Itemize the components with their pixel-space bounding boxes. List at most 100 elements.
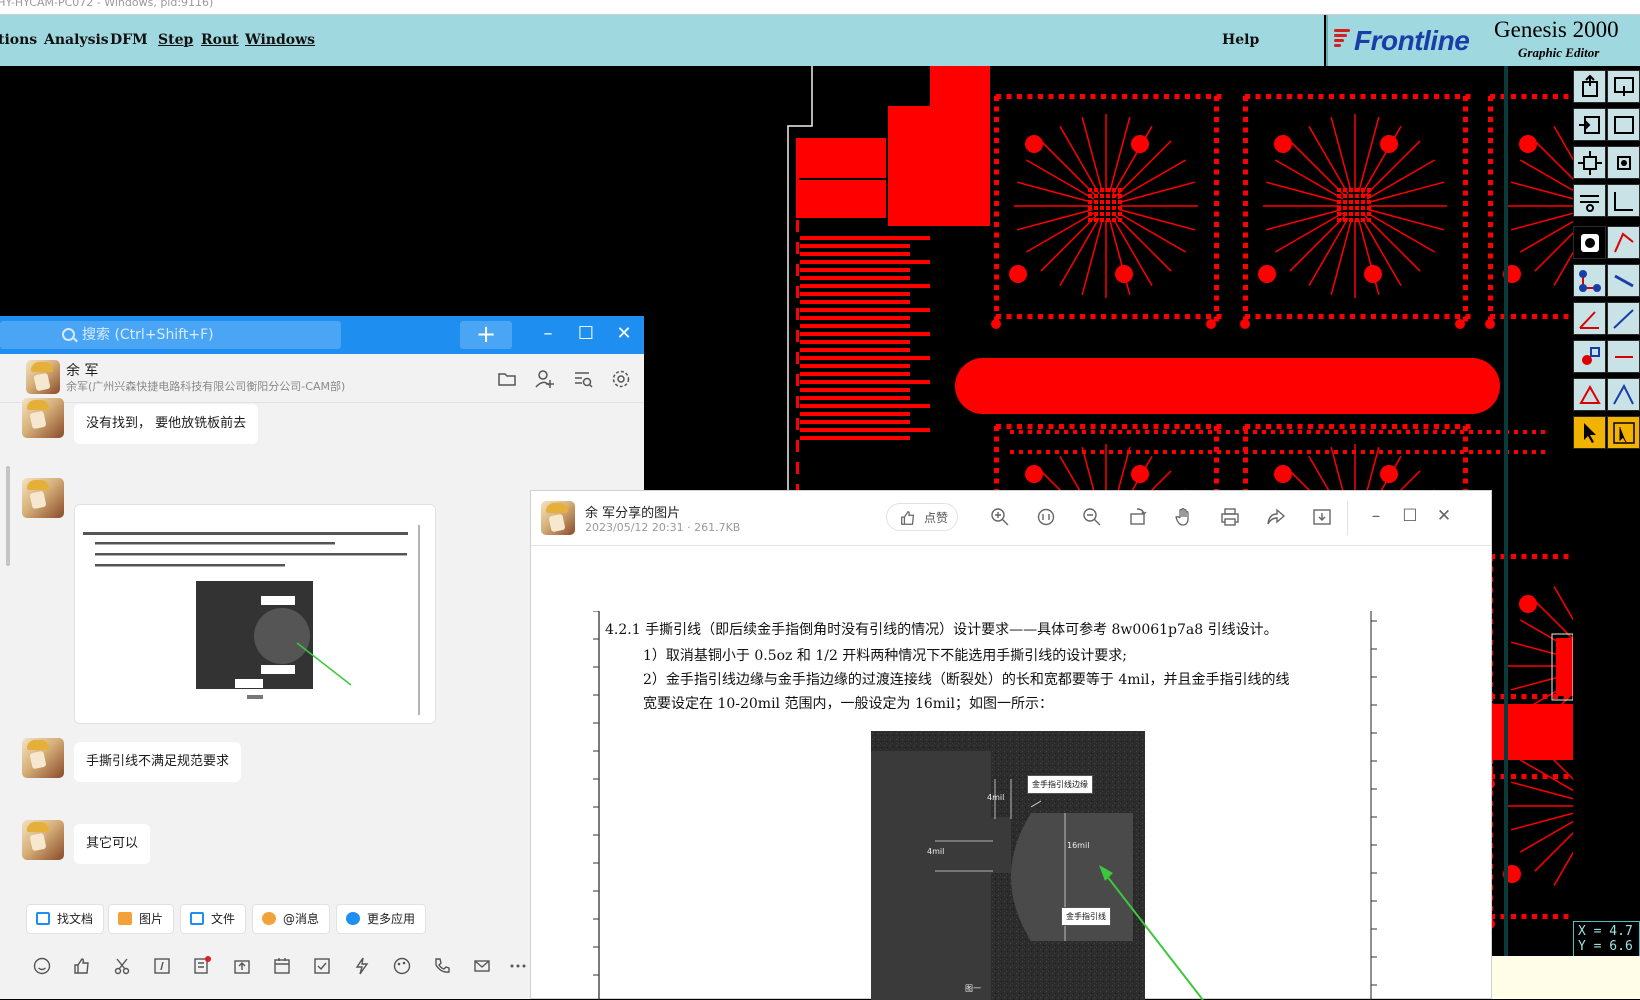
mail-icon[interactable] bbox=[472, 956, 492, 976]
folder-icon[interactable] bbox=[496, 368, 518, 390]
emoji-icon[interactable] bbox=[32, 956, 52, 976]
toolbar-zoom-fit-icon[interactable] bbox=[1607, 146, 1640, 179]
figure-dim-4mil-top: 4mil bbox=[987, 793, 1005, 802]
menu-dfm[interactable]: DFM bbox=[110, 32, 148, 48]
scissors-icon[interactable] bbox=[112, 956, 132, 976]
rotate-icon[interactable] bbox=[1127, 506, 1149, 528]
sharer-avatar bbox=[541, 501, 575, 535]
contact-org: 余军(广州兴森快捷电路科技有限公司衡阳分公司-CAM部) bbox=[66, 380, 346, 393]
chat-add-button[interactable]: + bbox=[460, 321, 512, 349]
figure-caption: 图一 bbox=[965, 984, 981, 993]
phone-icon[interactable] bbox=[432, 956, 452, 976]
coord-y: Y = 6.6 bbox=[1578, 939, 1633, 954]
thumbs-up-icon[interactable] bbox=[72, 956, 92, 976]
mention-label: @消息 bbox=[283, 912, 320, 926]
figure-label-bottom: 金手指引线 bbox=[1061, 907, 1111, 926]
message-avatar[interactable] bbox=[22, 398, 64, 438]
chat-search-input[interactable]: 搜索 (Ctrl+Shift+F) bbox=[0, 321, 341, 349]
zoom-out-icon[interactable] bbox=[1081, 506, 1103, 528]
toolbar-angle-icon[interactable] bbox=[1573, 302, 1606, 335]
chat-scrollbar[interactable] bbox=[6, 466, 10, 566]
minimize-icon[interactable]: – bbox=[1365, 505, 1387, 527]
toolbar-triangle-icon[interactable] bbox=[1573, 378, 1606, 411]
document-image[interactable]: 4.2.1 手撕引线（即后续金手指倒角时没有引线的情况）设计要求——具体可参考 … bbox=[593, 611, 1393, 1000]
toolbar-grid-icon[interactable] bbox=[1607, 184, 1640, 217]
coordinate-readout: X = 4.7 Y = 6.6 bbox=[1573, 921, 1640, 957]
maximize-icon[interactable]: ☐ bbox=[1399, 505, 1421, 527]
more-apps-button[interactable]: 更多应用 bbox=[336, 904, 427, 934]
contact-name: 余 军 bbox=[66, 363, 99, 379]
menu-options[interactable]: tions bbox=[0, 32, 37, 48]
toolbar-net-icon[interactable] bbox=[1573, 264, 1606, 297]
menu-windows[interactable]: Windows bbox=[245, 32, 315, 48]
toolbar-route-icon[interactable] bbox=[1607, 264, 1640, 297]
download-icon[interactable] bbox=[1311, 506, 1333, 528]
toolbar-pointer-icon[interactable] bbox=[1573, 416, 1606, 449]
add-member-icon[interactable] bbox=[534, 368, 556, 390]
toolbar-layer-in-icon[interactable] bbox=[1573, 108, 1606, 141]
toolbar-select-icon[interactable] bbox=[1607, 416, 1640, 449]
maximize-icon[interactable]: ☐ bbox=[574, 322, 598, 346]
window-title: JHY-HYCAM-PC072 - Windows, pid:9116) bbox=[0, 0, 214, 9]
toolbar-measure-icon[interactable] bbox=[1573, 184, 1606, 217]
toolbar-arc-icon[interactable] bbox=[1607, 226, 1640, 259]
toolbar-select-pad-icon[interactable] bbox=[1573, 340, 1606, 373]
toolbar-line-icon[interactable] bbox=[1607, 302, 1640, 335]
calendar-icon[interactable] bbox=[272, 956, 292, 976]
file-label: 文件 bbox=[211, 912, 236, 926]
toolbar-pad-icon[interactable] bbox=[1573, 226, 1606, 259]
more-icon[interactable] bbox=[508, 956, 528, 976]
close-icon[interactable]: ✕ bbox=[612, 322, 636, 346]
message-image-thumbnail[interactable] bbox=[74, 504, 436, 724]
mention-button[interactable]: @消息 bbox=[252, 904, 331, 934]
checklist-icon[interactable] bbox=[312, 956, 332, 976]
file-button[interactable]: 文件 bbox=[180, 904, 247, 934]
gear-icon[interactable] bbox=[610, 368, 632, 390]
frontline-logo: Frontline bbox=[1334, 25, 1484, 57]
upload-icon[interactable] bbox=[232, 956, 252, 976]
figure-dim-4mil-left: 4mil bbox=[927, 847, 945, 856]
document-line: 宽要设定在 10-20mil 范围内，一般设定为 16mil；如图一所示： bbox=[643, 696, 1053, 712]
zoom-in-icon[interactable] bbox=[989, 506, 1011, 528]
palette-icon[interactable] bbox=[392, 956, 412, 976]
brand-logo-text: Frontline bbox=[1354, 25, 1470, 56]
toolbar-fit-icon[interactable] bbox=[1573, 146, 1606, 179]
menu-step[interactable]: Step bbox=[158, 32, 193, 48]
toolbar-layer-out-icon[interactable] bbox=[1607, 108, 1640, 141]
image-button[interactable]: 图片 bbox=[108, 904, 175, 934]
message-avatar[interactable] bbox=[22, 478, 64, 518]
toolbar-minus-icon[interactable] bbox=[1607, 340, 1640, 373]
menu-rout[interactable]: Rout bbox=[201, 32, 239, 48]
hand-icon[interactable] bbox=[1173, 506, 1195, 528]
coord-x: X = 4.7 bbox=[1578, 924, 1633, 939]
at-icon bbox=[262, 912, 276, 925]
menu-help[interactable]: Help bbox=[1222, 32, 1259, 48]
doc-search-icon bbox=[36, 912, 50, 925]
like-button[interactable]: 点赞 bbox=[886, 503, 958, 531]
message-avatar[interactable] bbox=[22, 738, 64, 778]
minimize-icon[interactable]: – bbox=[536, 322, 560, 346]
toolbar-save-icon[interactable] bbox=[1607, 70, 1640, 103]
lightning-icon[interactable] bbox=[352, 956, 372, 976]
actual-size-icon[interactable] bbox=[1035, 506, 1057, 528]
chat-header: 余 军 余军(广州兴森快捷电路科技有限公司衡阳分公司-CAM部) bbox=[0, 354, 644, 403]
chat-search-placeholder: 搜索 (Ctrl+Shift+F) bbox=[82, 327, 214, 343]
toolbar-peak-icon[interactable] bbox=[1607, 378, 1640, 411]
image-label: 图片 bbox=[139, 912, 164, 926]
figure-dim-16mil: 16mil bbox=[1067, 841, 1090, 850]
menu-analysis[interactable]: Analysis bbox=[44, 32, 109, 48]
thumbs-up-icon bbox=[901, 511, 915, 525]
share-icon[interactable] bbox=[1265, 506, 1287, 528]
document-figure: 金手指引线边缘 4mil 4mil 16mil 金手指引线 图一 bbox=[871, 731, 1145, 1000]
toolbar-open-icon[interactable] bbox=[1573, 70, 1606, 103]
contact-avatar[interactable] bbox=[26, 360, 60, 394]
italic-box-icon[interactable] bbox=[152, 956, 172, 976]
message-avatar[interactable] bbox=[22, 820, 64, 860]
search-history-icon[interactable] bbox=[572, 368, 594, 390]
print-icon[interactable] bbox=[1219, 506, 1241, 528]
close-icon[interactable]: ✕ bbox=[1433, 505, 1455, 527]
find-doc-button[interactable]: 找文档 bbox=[26, 904, 105, 934]
folder-icon bbox=[190, 912, 204, 925]
note-icon[interactable] bbox=[192, 956, 212, 976]
brand-panel: Frontline Genesis 2000 Graphic Editor bbox=[1326, 15, 1640, 66]
